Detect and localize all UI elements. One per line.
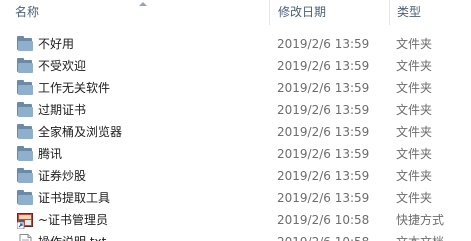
file-name: 腾讯 <box>38 147 63 161</box>
file-name: 不好用 <box>38 37 75 51</box>
text-file-icon <box>17 234 34 241</box>
file-date: 2019/2/6 13:59 <box>277 59 370 73</box>
file-date: 2019/2/6 13:59 <box>277 37 370 51</box>
file-explorer: 名称 修改日期 类型 不好用 2019/2/6 13:59 文件夹 不受欢迎 2… <box>0 0 471 241</box>
folder-icon <box>17 190 34 206</box>
file-type: 文件夹 <box>396 191 433 205</box>
file-date: 2019/2/6 10:58 <box>277 231 369 241</box>
file-name: 全家桶及浏览器 <box>38 125 123 139</box>
file-row[interactable]: 全家桶及浏览器 2019/2/6 13:59 文件夹 <box>0 121 471 143</box>
file-date: 2019/2/6 10:58 <box>277 213 370 227</box>
folder-icon <box>17 36 34 52</box>
column-header-name[interactable]: 名称 <box>15 0 260 25</box>
file-date: 2019/2/6 13:59 <box>277 169 370 183</box>
file-name: 证券炒股 <box>38 169 87 183</box>
folder-icon <box>17 58 34 74</box>
file-type: 快捷方式 <box>396 213 445 227</box>
column-divider[interactable] <box>269 0 270 25</box>
column-header-bar: 名称 修改日期 类型 <box>0 0 471 25</box>
folder-icon <box>17 168 34 184</box>
file-row[interactable]: 不好用 2019/2/6 13:59 文件夹 <box>0 33 471 55</box>
file-row[interactable]: 操作说明.txt 2019/2/6 10:58 文本文档 <box>0 231 471 241</box>
file-row[interactable]: 证券炒股 2019/2/6 13:59 文件夹 <box>0 165 471 187</box>
file-type: 文件夹 <box>396 81 433 95</box>
file-list: 不好用 2019/2/6 13:59 文件夹 不受欢迎 2019/2/6 13:… <box>0 33 471 241</box>
file-name: 工作无关软件 <box>38 81 111 95</box>
column-header-type[interactable]: 类型 <box>397 0 467 25</box>
file-type: 文件夹 <box>396 147 433 161</box>
file-name: ~证书管理员 <box>38 213 109 227</box>
folder-icon <box>17 80 34 96</box>
file-date: 2019/2/6 13:59 <box>277 125 370 139</box>
column-header-date[interactable]: 修改日期 <box>278 0 388 25</box>
file-name: 不受欢迎 <box>38 59 87 73</box>
file-date: 2019/2/6 13:59 <box>277 147 370 161</box>
file-row[interactable]: 腾讯 2019/2/6 13:59 文件夹 <box>0 143 471 165</box>
folder-icon <box>17 146 34 162</box>
file-row[interactable]: ~证书管理员 2019/2/6 10:58 快捷方式 <box>0 209 471 231</box>
file-name: 证书提取工具 <box>38 191 111 205</box>
file-date: 2019/2/6 13:59 <box>277 191 370 205</box>
shortcut-icon <box>16 212 34 230</box>
file-type: 文件夹 <box>396 125 433 139</box>
file-name: 操作说明.txt <box>38 231 106 241</box>
file-date: 2019/2/6 13:59 <box>277 81 370 95</box>
file-type: 文件夹 <box>396 103 433 117</box>
file-name: 过期证书 <box>38 103 87 117</box>
file-row[interactable]: 不受欢迎 2019/2/6 13:59 文件夹 <box>0 55 471 77</box>
file-type: 文件夹 <box>396 169 433 183</box>
file-row[interactable]: 工作无关软件 2019/2/6 13:59 文件夹 <box>0 77 471 99</box>
folder-icon <box>17 102 34 118</box>
file-row[interactable]: 证书提取工具 2019/2/6 13:59 文件夹 <box>0 187 471 209</box>
file-type: 文件夹 <box>396 37 433 51</box>
file-type: 文本文档 <box>396 231 444 241</box>
folder-icon <box>17 124 34 140</box>
file-type: 文件夹 <box>396 59 433 73</box>
column-divider[interactable] <box>389 0 390 25</box>
file-row[interactable]: 过期证书 2019/2/6 13:59 文件夹 <box>0 99 471 121</box>
file-date: 2019/2/6 13:59 <box>277 103 370 117</box>
